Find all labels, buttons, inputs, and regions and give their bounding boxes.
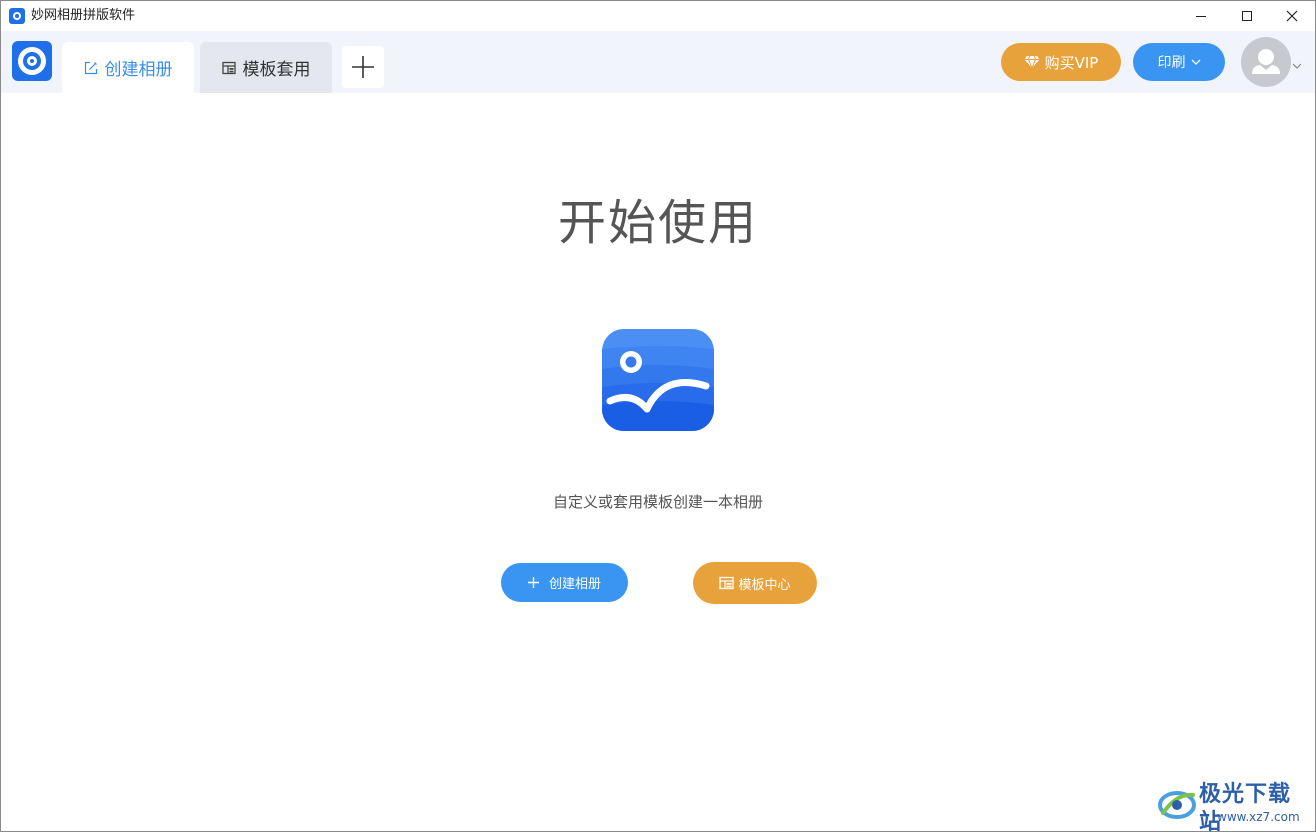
maximize-icon	[1242, 11, 1252, 21]
minimize-icon	[1196, 15, 1206, 17]
edit-icon	[84, 61, 98, 75]
plus-icon	[352, 56, 374, 78]
tab-template-apply[interactable]: 模板套用	[200, 42, 332, 93]
template-center-label: 模板中心	[738, 577, 791, 593]
plus-icon	[527, 577, 539, 588]
chevron-down-icon	[1191, 59, 1201, 65]
buy-vip-button[interactable]: 购买VIP	[1001, 43, 1121, 81]
chevron-down-icon	[1292, 63, 1302, 69]
print-button[interactable]: 印刷	[1133, 43, 1225, 81]
maximize-button[interactable]	[1224, 1, 1270, 31]
user-icon	[1252, 49, 1280, 74]
tab-create-album-label: 创建相册	[104, 60, 173, 80]
app-logo	[12, 41, 52, 81]
create-album-label: 创建相册	[548, 577, 601, 592]
page-title: 开始使用	[557, 195, 758, 251]
window-title: 妙网相册拼版软件	[31, 8, 136, 23]
user-avatar[interactable]	[1241, 37, 1291, 87]
buy-vip-label: 购买VIP	[1044, 53, 1099, 72]
layout-icon	[221, 61, 236, 75]
site-watermark: 极光下载站 www.xz7.com	[1157, 781, 1309, 832]
close-icon	[1286, 10, 1298, 22]
close-button[interactable]	[1269, 1, 1315, 31]
tab-create-album[interactable]: 创建相册	[62, 42, 194, 93]
title-bar: 妙网相册拼版软件	[1, 1, 1315, 31]
app-window: 妙网相册拼版软件 创建相册 模板套用 购买VIP 印刷 开始使用 自定义或套用模…	[0, 0, 1316, 832]
diamond-icon	[1024, 55, 1040, 69]
watermark-url: www.xz7.com	[1217, 810, 1300, 824]
add-tab-button[interactable]	[342, 46, 384, 88]
minimize-button[interactable]	[1178, 1, 1224, 31]
print-label: 印刷	[1157, 55, 1186, 71]
template-center-button[interactable]: 模板中心	[693, 562, 817, 604]
layout-icon	[719, 576, 735, 590]
tab-template-apply-label: 模板套用	[242, 60, 311, 80]
create-album-button[interactable]: 创建相册	[501, 563, 628, 602]
app-icon	[9, 8, 25, 24]
watermark-logo-icon	[1158, 791, 1196, 819]
avatar-menu-chevron[interactable]	[1292, 63, 1302, 69]
album-hero-icon	[602, 329, 714, 431]
header-bar: 创建相册 模板套用 购买VIP 印刷	[1, 31, 1315, 93]
page-subtitle: 自定义或套用模板创建一本相册	[552, 493, 763, 511]
